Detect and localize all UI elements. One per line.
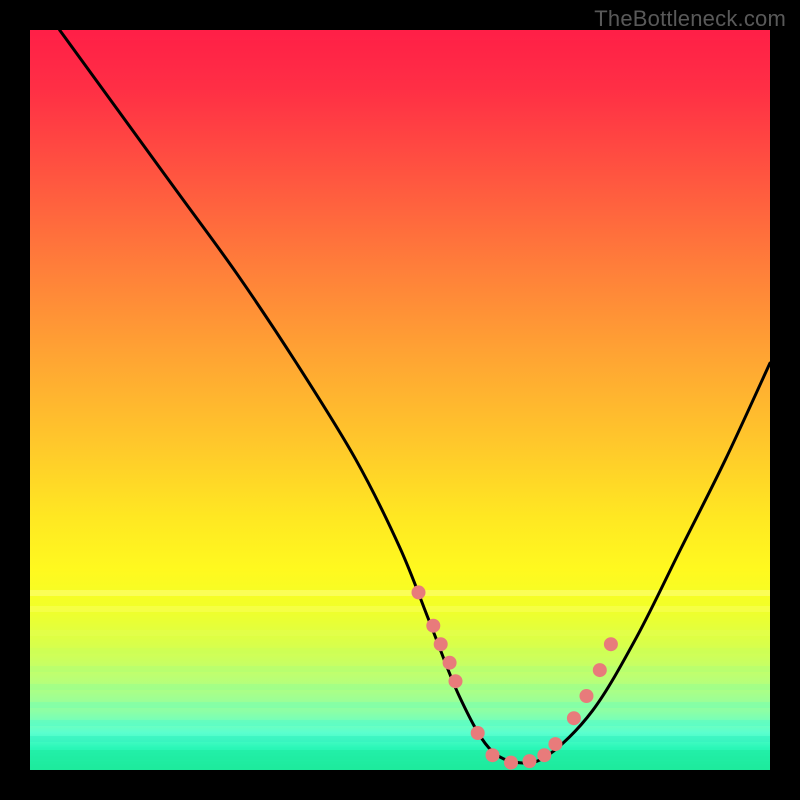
bottleneck-curve: [60, 30, 770, 763]
highlight-point: [426, 619, 440, 633]
plot-area: [30, 30, 770, 770]
chart-svg: [30, 30, 770, 770]
highlight-point: [486, 748, 500, 762]
marker-layer: [412, 585, 618, 769]
curve-layer: [60, 30, 770, 763]
highlight-point: [593, 663, 607, 677]
highlight-point: [434, 637, 448, 651]
highlight-point: [443, 656, 457, 670]
highlight-point: [537, 748, 551, 762]
chart-stage: TheBottleneck.com: [0, 0, 800, 800]
highlight-point: [504, 756, 518, 770]
highlight-point: [412, 585, 426, 599]
highlight-point: [579, 689, 593, 703]
highlight-point: [604, 637, 618, 651]
highlight-point: [567, 711, 581, 725]
watermark-text: TheBottleneck.com: [594, 6, 786, 32]
highlight-point: [449, 674, 463, 688]
highlight-point: [523, 754, 537, 768]
highlight-point: [471, 726, 485, 740]
highlight-point: [548, 737, 562, 751]
